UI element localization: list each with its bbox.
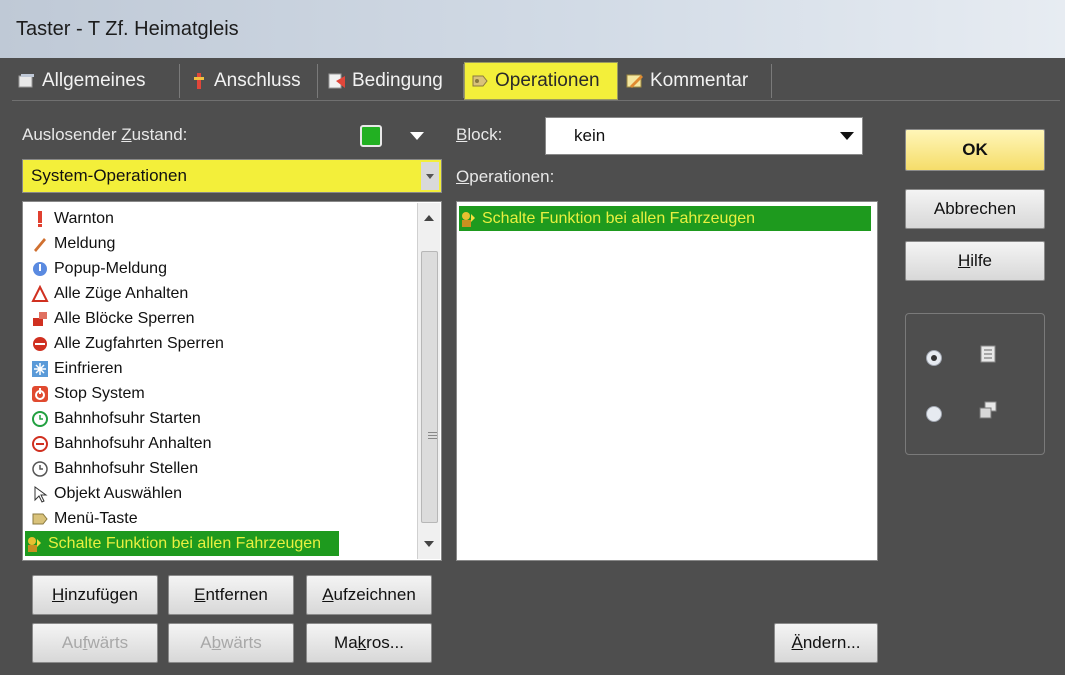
help-button[interactable]: Hilfe	[905, 241, 1045, 281]
list-item[interactable]: Bahnhofsuhr Stellen	[31, 456, 198, 481]
list-item-label: Bahnhofsuhr Anhalten	[54, 434, 212, 452]
tab-label: Bedingung	[352, 70, 443, 91]
power-icon	[31, 385, 49, 403]
dialog-window: Taster - T Zf. Heimatgleis Allgemeines A…	[0, 0, 1065, 675]
tab-allgemeines[interactable]: Allgemeines	[12, 64, 180, 98]
list-item[interactable]: Meldung	[31, 231, 115, 256]
title-bar[interactable]: Taster - T Zf. Heimatgleis	[0, 0, 1065, 58]
remove-button[interactable]: Entfernen	[168, 575, 294, 615]
warning-icon	[31, 210, 49, 228]
list-item[interactable]: Alle Züge Anhalten	[31, 281, 188, 306]
chevron-down-icon	[410, 132, 424, 140]
tab-label: Allgemeines	[42, 70, 146, 91]
lock-routes-icon	[31, 335, 49, 353]
view-tree-radio[interactable]	[926, 406, 942, 422]
vehicle-function-icon	[462, 211, 475, 227]
window-title: Taster - T Zf. Heimatgleis	[16, 18, 239, 40]
selected-operations-list[interactable]: Schalte Funktion bei allen Fahrzeugen	[456, 201, 878, 561]
list-item-label: Alle Zugfahrten Sperren	[54, 334, 224, 352]
list-item-label: Meldung	[54, 234, 116, 252]
trigger-state-dropdown[interactable]	[342, 117, 432, 155]
move-up-button[interactable]: Au f wärts	[32, 623, 158, 663]
cascade-view-icon	[979, 401, 997, 419]
freeze-icon	[31, 360, 49, 378]
condition-icon	[328, 73, 345, 89]
list-item-label: Alle Züge Anhalten	[54, 284, 189, 302]
list-view-icon	[980, 345, 996, 363]
clock-icon	[31, 460, 49, 478]
view-mode-group	[905, 313, 1045, 455]
list-item-label: Menü-Taste	[54, 509, 138, 527]
tab-kommentar[interactable]: Kommentar	[620, 64, 772, 98]
list-item-label: Einfrieren	[54, 359, 123, 377]
list-item-label: Stop System	[54, 384, 145, 402]
lock-blocks-icon	[31, 310, 49, 328]
vehicle-function-icon	[25, 535, 43, 553]
operations-panel: Auslosender Zustand: System-Operationen …	[12, 100, 1060, 671]
list-item[interactable]: Bahnhofsuhr Anhalten	[31, 431, 211, 456]
popup-icon	[31, 260, 49, 278]
list-item-label: Alle Blöcke Sperren	[54, 309, 195, 327]
list-item[interactable]: Alle Blöcke Sperren	[31, 306, 195, 331]
list-item-label: Bahnhofsuhr Starten	[54, 409, 201, 427]
record-button[interactable]: Aufzeichnen	[306, 575, 432, 615]
category-dropdown[interactable]: System-Operationen	[22, 159, 442, 193]
macros-button[interactable]: Ma k ros...	[306, 623, 432, 663]
move-down-button[interactable]: Ab wärts	[168, 623, 294, 663]
comment-icon	[626, 74, 643, 88]
block-value: kein	[574, 126, 606, 145]
list-item-label: Warnton	[54, 209, 114, 227]
scroll-up-icon[interactable]	[424, 215, 434, 221]
list-item[interactable]: Alle Zugfahrten Sperren	[31, 331, 224, 356]
operations-icon	[472, 75, 488, 87]
chevron-down-icon	[840, 132, 854, 140]
list-item[interactable]: Menü-Taste	[31, 506, 138, 531]
tab-label: Operationen	[495, 70, 600, 91]
list-item[interactable]: Schalte Funktion bei allen Fahrzeugen	[25, 531, 340, 556]
chevron-down-icon	[421, 162, 439, 190]
list-item[interactable]: Einfrieren	[31, 356, 122, 381]
list-scrollbar[interactable]	[417, 203, 440, 559]
list-item-label: Schalte Funktion bei allen Fahrzeugen	[48, 534, 322, 552]
stop-trains-icon	[31, 284, 49, 303]
trigger-state-label: Auslosender Zustand:	[22, 125, 188, 144]
tab-label: Kommentar	[650, 70, 749, 91]
list-item-label: Bahnhofsuhr Stellen	[54, 459, 199, 477]
list-item[interactable]: Popup-Meldung	[31, 256, 167, 281]
change-button[interactable]: Ändern...	[774, 623, 878, 663]
cursor-icon	[31, 485, 49, 503]
category-value: System-Operationen	[31, 166, 187, 185]
add-button[interactable]: Hinzufügen	[32, 575, 158, 615]
clock-stop-icon	[31, 435, 49, 453]
menu-key-icon	[31, 510, 49, 528]
tab-operationen[interactable]: Operationen	[464, 62, 618, 100]
list-item-label: Objekt Auswählen	[54, 484, 183, 502]
tab-anschluss[interactable]: Anschluss	[184, 64, 318, 98]
connection-icon	[194, 73, 204, 89]
tab-bedingung[interactable]: Bedingung	[322, 64, 464, 98]
list-item[interactable]: Schalte Funktion bei allen Fahrzeugen	[459, 206, 871, 231]
pencil-icon	[31, 235, 49, 253]
ok-button[interactable]: OK	[905, 129, 1045, 171]
view-list-radio[interactable]	[926, 350, 942, 366]
tab-label: Anschluss	[214, 70, 301, 91]
cancel-button[interactable]: Abbrechen	[905, 189, 1045, 229]
list-item[interactable]: Warnton	[31, 206, 114, 231]
block-dropdown[interactable]: kein	[545, 117, 863, 155]
list-item-label: Popup-Meldung	[54, 259, 167, 277]
available-operations-list[interactable]: Warnton Meldung Popup-Meldung Alle Züge Anh…	[22, 201, 442, 561]
list-item[interactable]: Bahnhofsuhr Starten	[31, 406, 201, 431]
scroll-down-icon[interactable]	[424, 541, 434, 547]
operations-label: Operationen:	[456, 167, 555, 186]
list-item[interactable]: Stop System	[31, 381, 145, 406]
scroll-thumb[interactable]	[421, 251, 438, 523]
clock-start-icon	[31, 410, 49, 428]
list-item[interactable]: Objekt Auswählen	[31, 481, 182, 506]
state-color-swatch	[360, 125, 382, 147]
block-label: Block:	[456, 125, 503, 144]
general-icon	[18, 74, 34, 88]
